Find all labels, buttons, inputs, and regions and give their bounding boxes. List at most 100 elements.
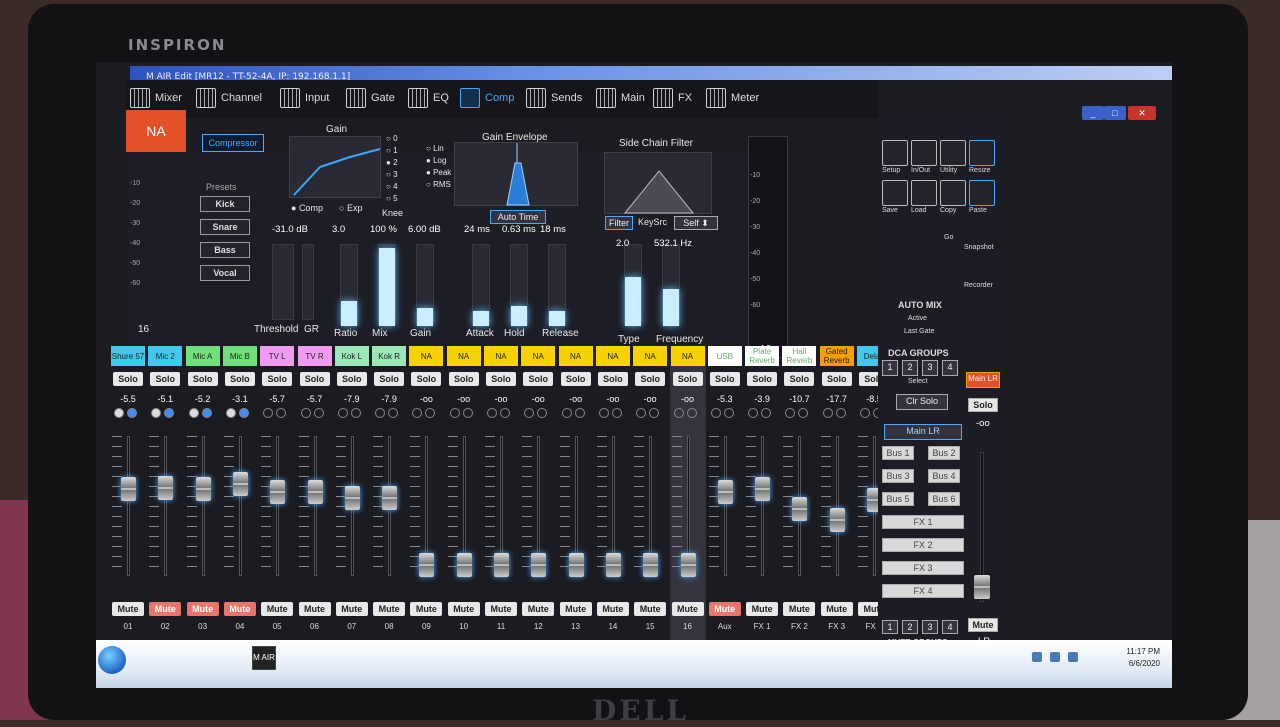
start-button[interactable] xyxy=(98,646,126,674)
setup-tool-button[interactable] xyxy=(882,140,908,166)
fader-track[interactable] xyxy=(276,436,280,576)
mute-button[interactable]: Mute xyxy=(186,602,219,616)
auto-time-button[interactable]: Auto Time xyxy=(490,210,546,224)
dca-1-button[interactable]: 1 xyxy=(882,360,898,376)
nav-input-button[interactable]: Input xyxy=(280,86,329,110)
fader-cap[interactable] xyxy=(717,480,733,504)
tray-network-icon[interactable] xyxy=(1032,652,1042,662)
bus-select-button[interactable]: Bus 3 xyxy=(882,469,914,483)
solo-button[interactable]: Solo xyxy=(374,372,405,386)
mute-button[interactable]: Mute xyxy=(708,602,741,616)
close-button[interactable]: ✕ xyxy=(1128,106,1156,120)
solo-button[interactable]: Solo xyxy=(113,372,143,386)
mute-group-4-button[interactable]: 4 xyxy=(942,620,958,634)
channel-name[interactable]: NA xyxy=(558,346,593,366)
solo-button[interactable]: Solo xyxy=(411,372,442,386)
mute-button[interactable]: Mute xyxy=(261,602,294,616)
fader-cap[interactable] xyxy=(605,552,621,577)
solo-button[interactable]: Solo xyxy=(262,372,293,386)
filter-button[interactable]: Filter xyxy=(605,216,633,230)
fader-cap[interactable] xyxy=(755,477,771,502)
channel-name[interactable]: Kok L xyxy=(334,346,369,366)
mute-button[interactable]: Mute xyxy=(447,602,480,616)
fader-cap[interactable] xyxy=(232,471,248,496)
maximize-button[interactable]: □ xyxy=(1104,106,1126,120)
load-tool-button[interactable] xyxy=(911,180,937,206)
solo-button[interactable]: Solo xyxy=(448,372,479,386)
mute-button[interactable]: Mute xyxy=(634,602,667,616)
knee-radio-5[interactable]: ○ 5 xyxy=(386,194,398,203)
main-lr-bus-button[interactable]: Main LR xyxy=(884,424,962,440)
mute-button[interactable]: Mute xyxy=(671,602,704,616)
solo-button[interactable]: Solo xyxy=(709,372,740,386)
bus-select-button[interactable]: FX 4 xyxy=(882,584,964,598)
mute-button[interactable]: Mute xyxy=(112,602,144,616)
fader-cap[interactable] xyxy=(158,475,174,500)
detect-radio-rms[interactable]: ○ RMS xyxy=(426,180,451,189)
bus-select-button[interactable]: Bus 6 xyxy=(928,492,960,506)
solo-button[interactable]: Solo xyxy=(560,372,591,386)
mute-button[interactable]: Mute xyxy=(820,602,853,616)
solo-button[interactable]: Solo xyxy=(523,372,554,386)
channel-name[interactable]: USB xyxy=(707,346,742,366)
tray-volume-icon[interactable] xyxy=(1050,652,1060,662)
mute-button[interactable]: Mute xyxy=(485,602,517,616)
detect-radio-lin[interactable]: ○ Lin xyxy=(426,144,444,153)
channel-name-badge[interactable]: NA xyxy=(126,110,186,152)
fader-cap[interactable] xyxy=(680,552,696,577)
fader-cap[interactable] xyxy=(121,477,136,502)
channel-name[interactable]: Hall Reverb xyxy=(782,346,817,366)
fader-cap[interactable] xyxy=(307,480,323,504)
mode-exp-radio[interactable]: ○ Exp xyxy=(339,203,362,213)
bus-select-button[interactable]: FX 3 xyxy=(882,561,964,575)
nav-mixer-button[interactable]: Mixer xyxy=(130,86,182,110)
preset-snare-button[interactable]: Snare xyxy=(200,219,250,235)
channel-name[interactable]: Gated Reverb xyxy=(819,346,854,366)
fader-cap[interactable] xyxy=(494,552,509,577)
solo-button[interactable]: Solo xyxy=(821,372,852,386)
fader-track[interactable] xyxy=(127,436,130,576)
channel-name[interactable]: NA xyxy=(595,346,630,366)
minimize-button[interactable]: _ xyxy=(1082,106,1104,120)
fader-cap[interactable] xyxy=(643,552,659,577)
fader-track[interactable] xyxy=(201,436,205,576)
mute-button[interactable]: Mute xyxy=(149,602,182,616)
fader-cap[interactable] xyxy=(792,496,808,521)
solo-button[interactable]: Solo xyxy=(224,372,255,386)
mute-group-1-button[interactable]: 1 xyxy=(882,620,898,634)
fader-cap[interactable] xyxy=(456,552,472,577)
dca-3-button[interactable]: 3 xyxy=(922,360,938,376)
snapshot-label[interactable]: Snapshot xyxy=(964,244,994,251)
channel-name[interactable]: NA xyxy=(633,346,668,366)
channel-name[interactable]: TV L xyxy=(260,346,295,366)
knee-radio-1[interactable]: ○ 1 xyxy=(386,146,398,155)
solo-button[interactable]: Solo xyxy=(150,372,181,386)
fader-track[interactable] xyxy=(238,436,242,576)
knee-radio-4[interactable]: ○ 4 xyxy=(386,182,398,191)
taskbar-clock[interactable]: 11:17 PM 6/6/2020 xyxy=(1126,646,1160,670)
channel-name[interactable]: TV R xyxy=(297,346,332,366)
bus-select-button[interactable]: FX 1 xyxy=(882,515,964,529)
dca-4-button[interactable]: 4 xyxy=(942,360,958,376)
main-fader-cap[interactable] xyxy=(974,575,990,599)
paste-tool-button[interactable] xyxy=(969,180,995,206)
mute-button[interactable]: Mute xyxy=(746,602,779,616)
solo-button[interactable]: Solo xyxy=(187,372,218,386)
nav-sends-button[interactable]: Sends xyxy=(526,86,582,110)
bus-select-button[interactable]: FX 2 xyxy=(882,538,964,552)
threshold-meter[interactable] xyxy=(272,244,294,320)
nav-eq-button[interactable]: EQ xyxy=(408,86,449,110)
fader-cap[interactable] xyxy=(382,485,398,510)
mute-button[interactable]: Mute xyxy=(559,602,592,616)
bus-select-button[interactable]: Bus 5 xyxy=(882,492,914,506)
solo-button[interactable]: Solo xyxy=(672,372,703,386)
mute-group-2-button[interactable]: 2 xyxy=(902,620,918,634)
solo-button[interactable]: Solo xyxy=(299,372,330,386)
inout-tool-button[interactable] xyxy=(911,140,937,166)
bus-select-button[interactable]: Bus 4 xyxy=(928,469,960,483)
mute-button[interactable]: Mute xyxy=(298,602,331,616)
nav-fx-button[interactable]: FX xyxy=(653,86,692,110)
mute-group-3-button[interactable]: 3 xyxy=(922,620,938,634)
channel-name[interactable]: NA xyxy=(521,346,556,366)
taskbar-app-mair[interactable]: M AIR xyxy=(252,646,276,670)
